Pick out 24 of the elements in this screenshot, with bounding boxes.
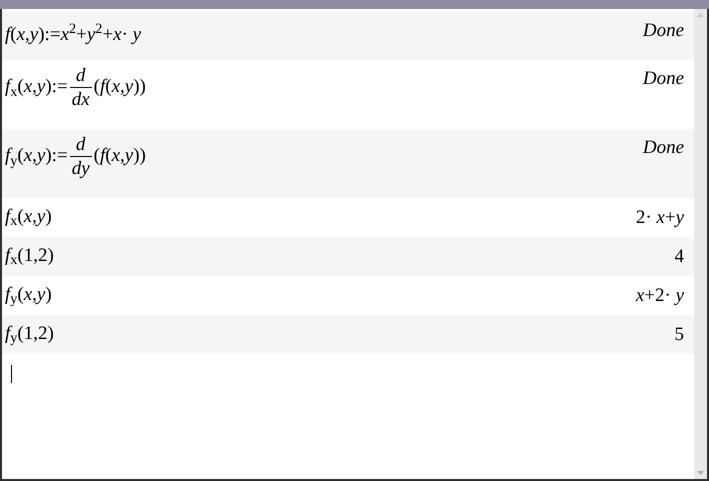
- text-cursor: [11, 365, 12, 383]
- fraction-numerator: d: [74, 66, 86, 85]
- scrollbar[interactable]: [694, 9, 707, 479]
- result-text: x+2· y: [636, 286, 684, 305]
- formula-text: f$_{x}$(x,y):=: [5, 75, 68, 102]
- scroll-down-icon: [697, 471, 704, 475]
- fraction-denominator: dx: [70, 90, 91, 109]
- formula-text: f$_{y}$(x,y): [5, 284, 52, 304]
- fraction-denominator: dy: [70, 159, 91, 178]
- formula-text: f$_{x}$(1,2): [5, 244, 54, 266]
- scroll-up-icon: [697, 13, 704, 17]
- result-text: Done: [642, 136, 684, 157]
- fraction-numerator: d: [74, 135, 86, 154]
- formula-text: (f(x,y)): [94, 144, 146, 168]
- result-text: Done: [642, 67, 684, 88]
- result-text: 4: [674, 247, 684, 266]
- formula-text: f$_{x}$(x,y): [5, 206, 52, 226]
- result-text: 2· x+y: [636, 208, 684, 227]
- formula-text: f(x,y):=x$^{2}$+y$^{2}$+x· y: [5, 24, 142, 45]
- result-text: 5: [674, 325, 684, 344]
- result-text: Done: [642, 19, 684, 40]
- formula-text: (f(x,y)): [94, 75, 146, 100]
- formula-text: f$_{y}$(1,2): [5, 322, 54, 344]
- formula-text: f$_{y}$(x,y):=: [5, 144, 68, 171]
